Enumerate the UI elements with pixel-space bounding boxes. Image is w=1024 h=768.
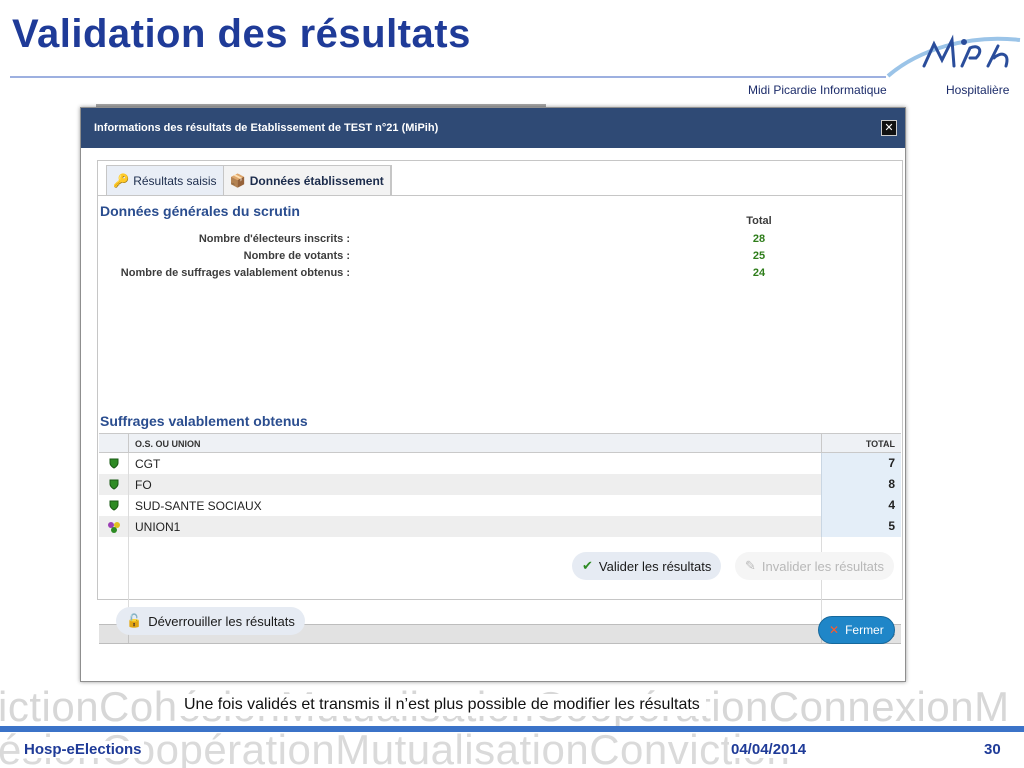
grid-empty-total-col — [821, 537, 901, 624]
row-name: CGT — [135, 457, 161, 471]
pencil-icon: ✎ — [745, 558, 756, 573]
close-icon[interactable]: ✕ — [881, 120, 897, 136]
check-icon: ✔ — [582, 558, 593, 573]
suffrages-heading: Suffrages valablement obtenus — [100, 413, 308, 429]
button-label: Invalider les résultats — [761, 558, 885, 574]
unlock-results-button[interactable]: 🔓 Déverrouiller les résultats — [116, 607, 305, 635]
grid-header: O.S. OU UNION TOTAL — [99, 433, 901, 453]
cross-icon: ✕ — [829, 623, 840, 637]
stat-label: Nombre de votants : — [243, 250, 350, 262]
button-label: Fermer — [845, 623, 884, 637]
table-row[interactable]: FO 8 — [99, 474, 901, 495]
row-total[interactable]: 8 — [821, 474, 901, 495]
union-icon — [99, 516, 129, 537]
footer-product: Hosp-eElections — [22, 741, 144, 758]
shield-icon — [99, 474, 129, 495]
button-label: Valider les résultats — [598, 558, 712, 574]
mipih-logo: Midi Picardie Informatique Hospitalière — [748, 30, 1024, 100]
dialog-title: Informations des résultats de Etablissem… — [94, 122, 439, 134]
footer-date: 04/04/2014 — [729, 741, 809, 758]
shield-icon — [99, 495, 129, 516]
row-total[interactable]: 4 — [821, 495, 901, 516]
grid-header-icon-col — [99, 434, 129, 452]
grid-header-total: TOTAL — [821, 434, 901, 452]
stat-value: 28 — [752, 233, 766, 245]
row-name: SUD-SANTE SOCIAUX — [135, 499, 262, 513]
tab-label: Données établissement — [249, 173, 384, 188]
table-row[interactable]: SUD-SANTE SOCIAUX 4 — [99, 495, 901, 516]
footer-page-number: 30 — [982, 741, 1003, 758]
table-row[interactable]: UNION1 5 — [99, 516, 901, 537]
validate-results-button[interactable]: ✔ Valider les résultats — [572, 552, 722, 580]
results-panel: 🔑 Résultats saisis 📦 Données établisseme… — [97, 160, 903, 644]
tab-resultats-saisis[interactable]: 🔑 Résultats saisis — [107, 166, 224, 195]
tab-divider — [98, 195, 902, 196]
close-dialog-button[interactable]: ✕ Fermer — [818, 616, 895, 644]
dialog-header: Informations des résultats de Etablissem… — [81, 108, 905, 148]
general-total-header: Total — [746, 215, 772, 227]
unlock-icon: 🔓 — [126, 613, 143, 628]
stat-value: 25 — [752, 250, 766, 262]
results-dialog: Informations des résultats de Etablissem… — [80, 107, 906, 682]
row-name: FO — [135, 478, 152, 492]
shield-icon — [99, 453, 129, 474]
invalidate-results-button[interactable]: ✎ Invalider les résultats — [735, 552, 895, 580]
box-icon: 📦 — [229, 172, 246, 188]
row-total[interactable]: 7 — [821, 453, 901, 474]
stat-label: Nombre de suffrages valablement obtenus … — [120, 267, 350, 279]
tab-donnees-etablissement[interactable]: 📦 Données établissement — [224, 166, 391, 195]
stat-label: Nombre d'électeurs inscrits : — [198, 233, 350, 245]
row-total[interactable]: 5 — [821, 516, 901, 537]
key-icon: 🔑 — [113, 172, 130, 188]
table-row[interactable]: CGT 7 — [99, 453, 901, 474]
grid-header-name: O.S. OU UNION — [135, 439, 201, 449]
logo-text-line2: Hospitalière — [946, 83, 1010, 97]
tab-label: Résultats saisis — [133, 173, 217, 188]
logo-text-line1: Midi Picardie Informatique — [748, 83, 887, 97]
button-label: Déverrouiller les résultats — [148, 613, 295, 629]
general-heading: Données générales du scrutin — [100, 203, 300, 219]
mipih-logo-mark — [886, 34, 1021, 78]
slide-title: Validation des résultats — [12, 12, 471, 56]
slide-caption: Une fois validés et transmis il n’est pl… — [178, 694, 706, 716]
row-name: UNION1 — [135, 520, 181, 534]
tab-bar: 🔑 Résultats saisis 📦 Données établisseme… — [106, 165, 392, 195]
stat-value: 24 — [752, 267, 766, 279]
